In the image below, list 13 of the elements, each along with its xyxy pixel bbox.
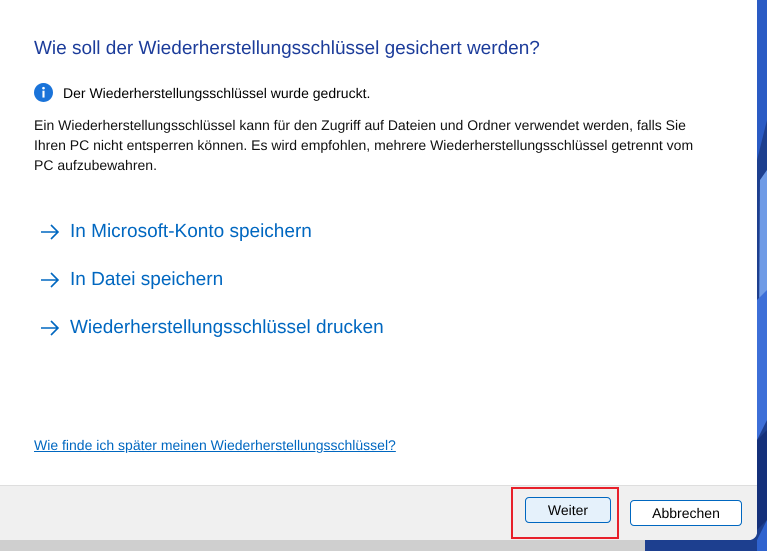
cancel-button[interactable]: Abbrechen xyxy=(630,500,742,526)
info-message: Der Wiederherstellungsschlüssel wurde gedruckt. xyxy=(63,84,370,100)
next-button[interactable]: Weiter xyxy=(525,497,611,523)
option-link[interactable]: In Datei speichern xyxy=(40,267,224,293)
option-link[interactable]: Wiederherstellungsschlüssel drucken xyxy=(40,315,384,341)
help-link[interactable]: Wie finde ich später meinen Wiederherstellungsschlüssel? xyxy=(34,437,396,453)
arrow-icon xyxy=(40,224,60,240)
info-icon xyxy=(34,83,53,102)
arrow-icon xyxy=(40,320,60,336)
arrow-icon xyxy=(40,272,60,288)
description-text: Ein Wiederherstellungsschlüssel kann für den Zugriff auf Dateien und Ordner verwendet werden, falls Sie Ihren PC nicht entsperren können. Es wird empfohlen, mehrere Wiederherstellungsschlüssel getrennt vom PC aufzubewahren. xyxy=(34,116,694,175)
dialog-title: Wie soll der Wiederherstellungsschlüssel gesichert werden? xyxy=(34,37,541,61)
option-link[interactable]: In Microsoft-Konto speichern xyxy=(40,219,312,245)
